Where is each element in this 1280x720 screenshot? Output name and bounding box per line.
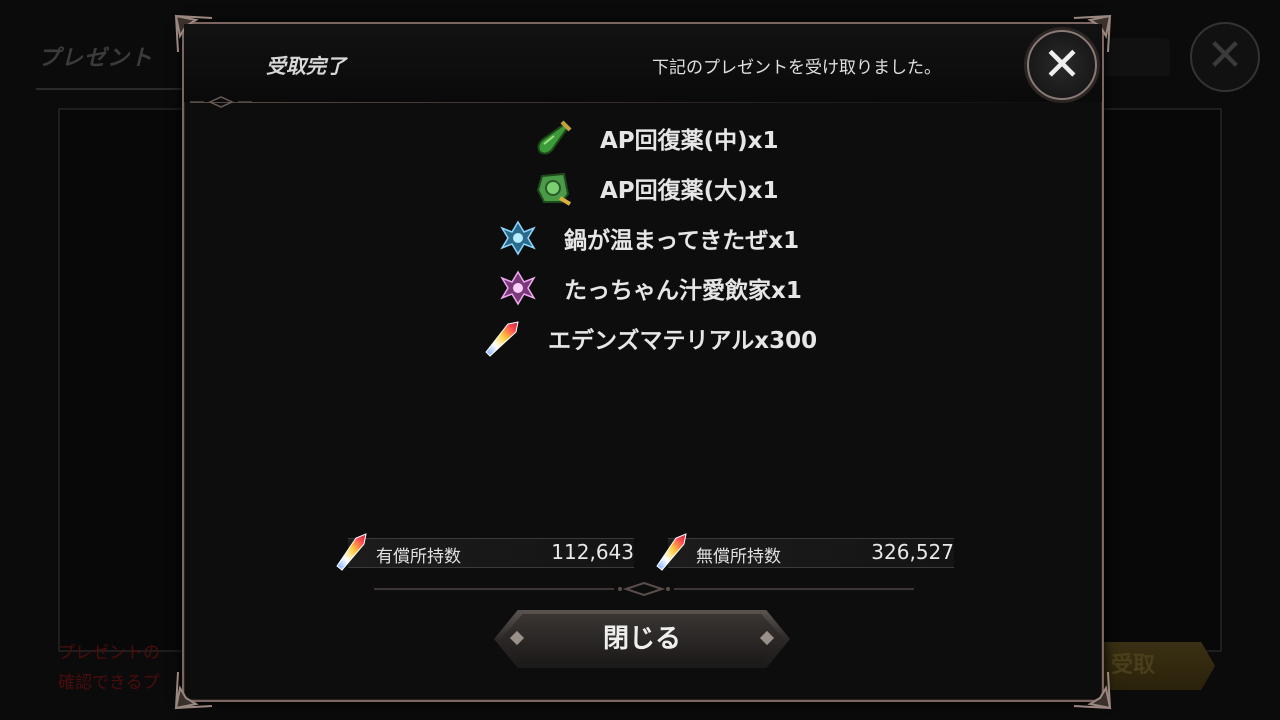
free-currency-stat: 無償所持数 326,527 — [654, 528, 954, 574]
dialog-message: 下記のプレゼントを受け取りました。 — [652, 58, 941, 78]
ornamental-divider-icon — [374, 582, 914, 596]
list-item: AP回復薬(大)x1 — [534, 168, 779, 208]
dialog-title: 受取完了 — [266, 54, 346, 78]
background-note-line: 確認できるプ — [58, 673, 160, 693]
list-item: AP回復薬(中)x1 — [534, 118, 779, 158]
item-label: AP回復薬(大)x1 — [600, 178, 779, 204]
paid-value: 112,643 — [551, 540, 634, 564]
corner-ornament-icon — [174, 671, 213, 710]
item-label: 鍋が温まってきたぜx1 — [564, 228, 800, 254]
dialog-header: 受取完了 下記のプレゼントを受け取りました。 — [184, 24, 1102, 102]
receive-complete-dialog: 受取完了 下記のプレゼントを受け取りました。 ✕ AP回復薬(中)x1 AP回復… — [174, 14, 1112, 710]
dialog-close-button[interactable]: ✕ — [1027, 30, 1097, 100]
pink-emblem-icon — [498, 268, 538, 308]
free-value: 326,527 — [871, 540, 954, 564]
close-button-label: 閉じる — [602, 624, 681, 654]
background-note-line: プレゼントの — [58, 643, 160, 663]
paid-currency-stat: 有償所持数 112,643 — [334, 528, 634, 574]
background-title-underline — [36, 88, 186, 90]
list-item: エデンズマテリアルx300 — [482, 318, 817, 358]
green-potion-bottle-icon — [534, 118, 574, 158]
paid-label: 有償所持数 — [376, 547, 461, 567]
item-label: AP回復薬(中)x1 — [600, 128, 779, 154]
header-ornament-icon — [190, 96, 252, 108]
free-label: 無償所持数 — [696, 547, 781, 567]
list-item: たっちゃん汁愛飲家x1 — [498, 268, 802, 308]
rainbow-crystal-icon — [656, 533, 687, 571]
green-potion-jar-icon — [534, 168, 574, 208]
list-item: 鍋が温まってきたぜx1 — [498, 218, 799, 258]
background-close-icon: ✕ — [1190, 22, 1260, 92]
background-note: プレゼントの 確認できるプ — [58, 638, 160, 698]
rainbow-crystal-icon — [336, 533, 367, 571]
blue-emblem-icon — [498, 218, 538, 258]
rainbow-crystal-icon — [482, 318, 522, 358]
item-label: たっちゃん汁愛飲家x1 — [564, 278, 802, 304]
corner-ornament-icon — [1073, 671, 1112, 710]
background-title: プレゼント — [38, 46, 154, 71]
item-label: エデンズマテリアルx300 — [548, 328, 818, 354]
close-button[interactable]: 閉じる — [494, 610, 790, 668]
currency-summary: 有償所持数 112,643 無償所持数 326,527 — [334, 528, 954, 574]
header-divider — [190, 102, 1090, 103]
